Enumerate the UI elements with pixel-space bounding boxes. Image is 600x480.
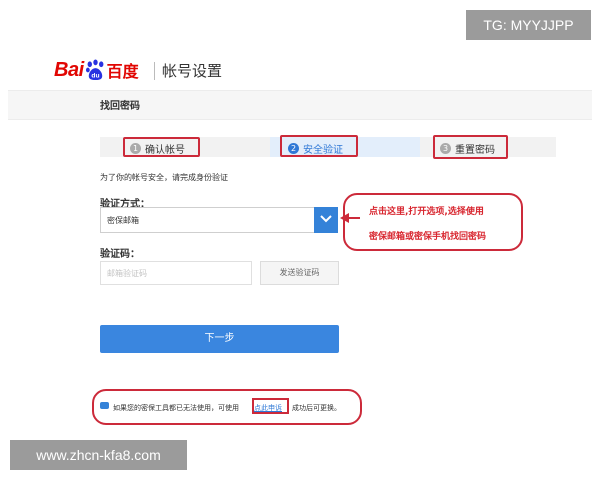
watermark-top: TG: MYYJJPP [466, 10, 591, 40]
chat-bubble-icon [100, 402, 109, 409]
annotation-box-step1 [123, 137, 200, 157]
chevron-down-icon [320, 215, 332, 223]
paw-logo-icon: du [85, 59, 104, 81]
header-divider [154, 62, 155, 80]
footer-notice-text: 如果您的密保工具都已无法使用，可使用 [113, 404, 239, 412]
verification-code-label: 验证码： [100, 249, 140, 260]
send-code-button[interactable]: 发送验证码 [260, 261, 339, 285]
logo-text-cn: 百度 [106, 62, 139, 81]
logo-text-du: du [91, 73, 99, 80]
annotation-box-step3 [433, 135, 508, 159]
next-step-button[interactable]: 下一步 [100, 325, 339, 353]
logo-text-bai: Bai [54, 58, 84, 81]
page-title: 找回密码 [100, 101, 140, 112]
callout-line-1: 点击这里,打开选项,选择使用 [369, 207, 484, 217]
verification-notice: 为了你的帐号安全，请完成身份验证 [100, 173, 228, 182]
baidu-logo[interactable]: Bai du 百度 [54, 57, 139, 83]
verify-method-select[interactable]: 密保邮箱 [100, 207, 338, 233]
watermark-bottom: www.zhcn-kfa8.com [10, 440, 187, 470]
verify-method-value: 密保邮箱 [107, 216, 139, 225]
footer-notice-text-after: 成功后可更换。 [292, 404, 341, 412]
page-title-band [8, 90, 592, 120]
header-title: 帐号设置 [162, 62, 223, 80]
dropdown-toggle-button[interactable] [314, 207, 338, 233]
verification-code-input[interactable] [100, 261, 252, 285]
annotation-callout: 点击这里,打开选项,选择使用 密保邮箱或密保手机找回密码 [343, 193, 523, 251]
annotation-box-appeal-link [252, 398, 289, 414]
callout-line-2: 密保邮箱或密保手机找回密码 [369, 232, 487, 242]
annotation-box-step2 [280, 135, 358, 157]
